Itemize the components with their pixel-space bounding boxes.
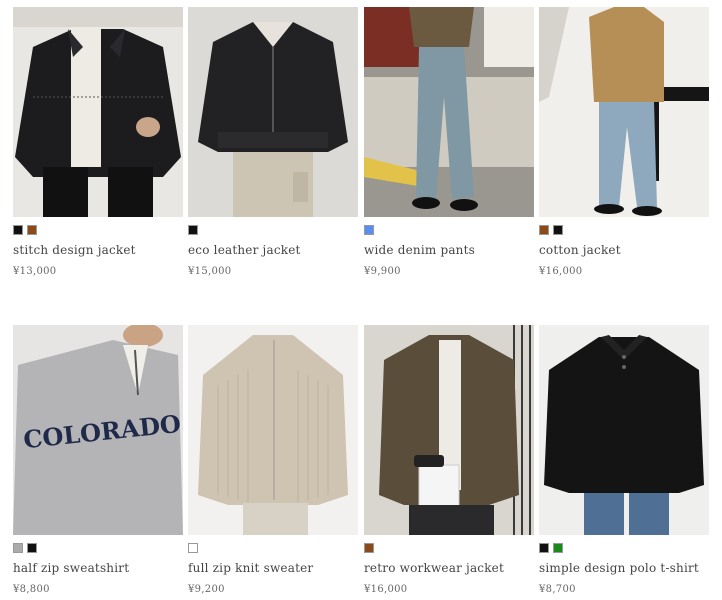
color-swatch[interactable] <box>553 543 563 553</box>
color-swatches <box>188 225 198 237</box>
product-name[interactable]: stitch design jacket <box>13 243 136 257</box>
color-swatch[interactable] <box>27 543 37 553</box>
product-price: ¥8,700 <box>539 584 576 595</box>
color-swatch[interactable] <box>188 225 198 235</box>
color-swatch[interactable] <box>13 543 23 553</box>
product-price: ¥8,800 <box>13 584 50 595</box>
color-swatch[interactable] <box>13 225 23 235</box>
product-photo[interactable] <box>364 7 534 217</box>
product-price: ¥9,900 <box>364 266 401 277</box>
product-name[interactable]: retro workwear jacket <box>364 561 504 575</box>
product-price: ¥16,000 <box>539 266 583 277</box>
product-name[interactable]: eco leather jacket <box>188 243 301 257</box>
product-price: ¥13,000 <box>13 266 57 277</box>
product-name[interactable]: full zip knit sweater <box>188 561 313 575</box>
product-photo[interactable] <box>364 325 534 535</box>
color-swatches <box>13 543 37 555</box>
product-name[interactable]: simple design polo t-shirt <box>539 561 699 575</box>
product-name[interactable]: half zip sweatshirt <box>13 561 129 575</box>
color-swatch[interactable] <box>27 225 37 235</box>
color-swatches <box>539 543 563 555</box>
product-photo[interactable] <box>13 7 183 217</box>
color-swatch[interactable] <box>364 543 374 553</box>
color-swatches <box>364 543 374 555</box>
product-photo[interactable]: COLORADO <box>13 325 183 535</box>
product-photo[interactable] <box>188 7 358 217</box>
product-price: ¥9,200 <box>188 584 225 595</box>
color-swatches <box>364 225 374 237</box>
color-swatch[interactable] <box>188 543 198 553</box>
color-swatch[interactable] <box>539 543 549 553</box>
product-name[interactable]: cotton jacket <box>539 243 621 257</box>
color-swatch[interactable] <box>539 225 549 235</box>
product-name[interactable]: wide denim pants <box>364 243 475 257</box>
product-price: ¥15,000 <box>188 266 232 277</box>
product-price: ¥16,000 <box>364 584 408 595</box>
color-swatches <box>188 543 198 555</box>
product-photo[interactable] <box>539 325 709 535</box>
product-photo[interactable] <box>188 325 358 535</box>
color-swatches <box>539 225 563 237</box>
color-swatch[interactable] <box>553 225 563 235</box>
color-swatch[interactable] <box>364 225 374 235</box>
product-grid: stitch design jacket ¥13,000 eco leather… <box>0 0 722 600</box>
color-swatches <box>13 225 37 237</box>
product-photo[interactable] <box>539 7 709 217</box>
